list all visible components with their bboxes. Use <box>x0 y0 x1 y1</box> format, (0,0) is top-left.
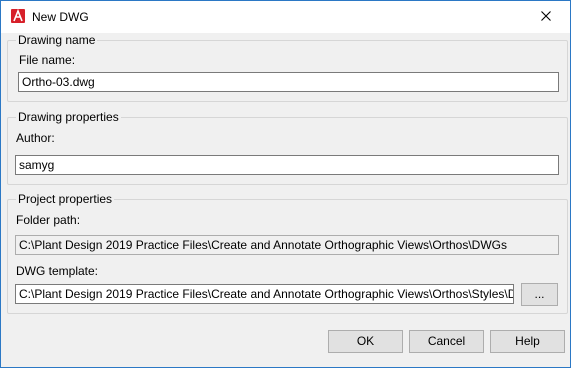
author-label: Author: <box>16 131 55 145</box>
help-button[interactable]: Help <box>490 330 565 353</box>
new-dwg-dialog: New DWG Drawing name File name: Ortho-03… <box>0 0 571 368</box>
dwg-template-input[interactable]: C:\Plant Design 2019 Practice Files\Crea… <box>15 284 514 304</box>
project-properties-legend: Project properties <box>16 192 115 206</box>
window-title: New DWG <box>32 10 89 24</box>
file-name-label: File name: <box>19 53 76 67</box>
folder-path-field: C:\Plant Design 2019 Practice Files\Crea… <box>15 235 559 255</box>
drawing-name-legend: Drawing name <box>16 33 98 47</box>
close-icon <box>541 10 551 24</box>
ok-button[interactable]: OK <box>328 330 403 353</box>
dwg-template-label: DWG template: <box>16 264 99 278</box>
author-input[interactable]: samyg <box>15 155 559 175</box>
drawing-properties-legend: Drawing properties <box>16 110 121 124</box>
autocad-icon <box>11 9 25 23</box>
file-name-input[interactable]: Ortho-03.dwg <box>18 72 559 92</box>
close-button[interactable] <box>524 1 568 32</box>
browse-button[interactable]: ... <box>521 283 558 306</box>
cancel-button[interactable]: Cancel <box>409 330 484 353</box>
drawing-name-group: Drawing name File name: Ortho-03.dwg <box>7 33 568 102</box>
drawing-properties-group: Drawing properties Author: samyg <box>7 110 568 185</box>
project-properties-group: Project properties Folder path: C:\Plant… <box>7 192 568 314</box>
folder-path-label: Folder path: <box>16 213 81 227</box>
title-bar: New DWG <box>1 1 570 33</box>
